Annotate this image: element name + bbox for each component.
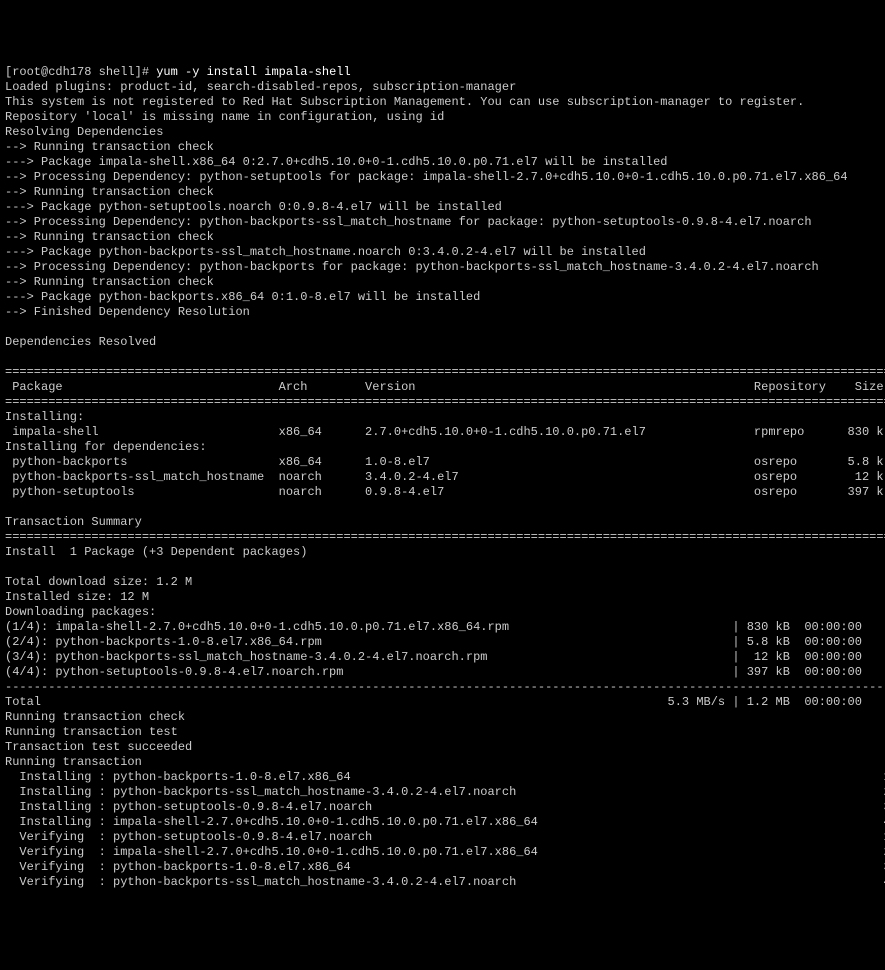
output-line: --> Processing Dependency: python-backpo… — [5, 260, 880, 275]
output-line: --> Running transaction check — [5, 185, 880, 200]
installed-size: Installed size: 12 M — [5, 590, 880, 605]
package-row: python-backports-ssl_match_hostname noar… — [5, 470, 880, 485]
terminal-output: [root@cdh178 shell]# yum -y install impa… — [5, 65, 880, 890]
output-line: ---> Package impala-shell.x86_64 0:2.7.0… — [5, 155, 880, 170]
dep-packages-block: python-backports x86_64 1.0-8.el7 osrepo… — [5, 455, 880, 500]
blank-line — [5, 500, 880, 515]
total-line: Total 5.3 MB/s | 1.2 MB 00:00:00 — [5, 695, 880, 710]
install-step-row: Verifying : python-backports-ssl_match_h… — [5, 875, 880, 890]
blank-line — [5, 560, 880, 575]
output-line — [5, 320, 880, 335]
divider-line: ========================================… — [5, 365, 880, 380]
install-step-row: Verifying : python-setuptools-0.9.8-4.el… — [5, 830, 880, 845]
install-summary: Install 1 Package (+3 Dependent packages… — [5, 545, 880, 560]
shell-prompt: [root@cdh178 shell]# — [5, 65, 156, 79]
output-line: --> Finished Dependency Resolution — [5, 305, 880, 320]
output-line: --> Processing Dependency: python-setupt… — [5, 170, 880, 185]
run-block: Running transaction checkRunning transac… — [5, 710, 880, 770]
install-step-row: Installing : python-setuptools-0.9.8-4.e… — [5, 800, 880, 815]
install-steps-block: Installing : python-backports-1.0-8.el7.… — [5, 770, 880, 890]
download-row: (1/4): impala-shell-2.7.0+cdh5.10.0+0-1.… — [5, 620, 880, 635]
total-download-size: Total download size: 1.2 M — [5, 575, 880, 590]
install-step-row: Verifying : impala-shell-2.7.0+cdh5.10.0… — [5, 845, 880, 860]
install-step-row: Installing : python-backports-ssl_match_… — [5, 785, 880, 800]
output-line: Running transaction test — [5, 725, 880, 740]
package-row: python-backports x86_64 1.0-8.el7 osrepo… — [5, 455, 880, 470]
dependency-resolution-block: Loaded plugins: product-id, search-disab… — [5, 80, 880, 365]
prompt-line: [root@cdh178 shell]# yum -y install impa… — [5, 65, 880, 80]
output-line: ---> Package python-backports.x86_64 0:1… — [5, 290, 880, 305]
install-step-row: Installing : impala-shell-2.7.0+cdh5.10.… — [5, 815, 880, 830]
output-line: --> Running transaction check — [5, 275, 880, 290]
output-line: This system is not registered to Red Hat… — [5, 95, 880, 110]
output-line: Dependencies Resolved — [5, 335, 880, 350]
output-line: Repository 'local' is missing name in co… — [5, 110, 880, 125]
downloading-label: Downloading packages: — [5, 605, 880, 620]
output-line: --> Processing Dependency: python-backpo… — [5, 215, 880, 230]
download-row: (2/4): python-backports-1.0-8.el7.x86_64… — [5, 635, 880, 650]
package-row: python-setuptools noarch 0.9.8-4.el7 osr… — [5, 485, 880, 500]
output-line: Running transaction — [5, 755, 880, 770]
transaction-summary-label: Transaction Summary — [5, 515, 880, 530]
divider-line: ========================================… — [5, 395, 880, 410]
output-line: Resolving Dependencies — [5, 125, 880, 140]
output-line: --> Running transaction check — [5, 140, 880, 155]
download-row: (4/4): python-setuptools-0.9.8-4.el7.noa… — [5, 665, 880, 680]
dash-divider: ----------------------------------------… — [5, 680, 880, 695]
install-step-row: Installing : python-backports-1.0-8.el7.… — [5, 770, 880, 785]
command-text: yum -y install impala-shell — [156, 65, 350, 79]
output-line: Loaded plugins: product-id, search-disab… — [5, 80, 880, 95]
installing-deps-label: Installing for dependencies: — [5, 440, 880, 455]
output-line — [5, 350, 880, 365]
downloads-block: (1/4): impala-shell-2.7.0+cdh5.10.0+0-1.… — [5, 620, 880, 680]
output-line: ---> Package python-setuptools.noarch 0:… — [5, 200, 880, 215]
divider-line: ========================================… — [5, 530, 880, 545]
output-line: Transaction test succeeded — [5, 740, 880, 755]
output-line: ---> Package python-backports-ssl_match_… — [5, 245, 880, 260]
packages-block: impala-shell x86_64 2.7.0+cdh5.10.0+0-1.… — [5, 425, 880, 440]
table-header: Package Arch Version Repository Size — [5, 380, 880, 395]
install-step-row: Verifying : python-backports-1.0-8.el7.x… — [5, 860, 880, 875]
output-line: Running transaction check — [5, 710, 880, 725]
installing-label: Installing: — [5, 410, 880, 425]
output-line: --> Running transaction check — [5, 230, 880, 245]
package-row: impala-shell x86_64 2.7.0+cdh5.10.0+0-1.… — [5, 425, 880, 440]
download-row: (3/4): python-backports-ssl_match_hostna… — [5, 650, 880, 665]
